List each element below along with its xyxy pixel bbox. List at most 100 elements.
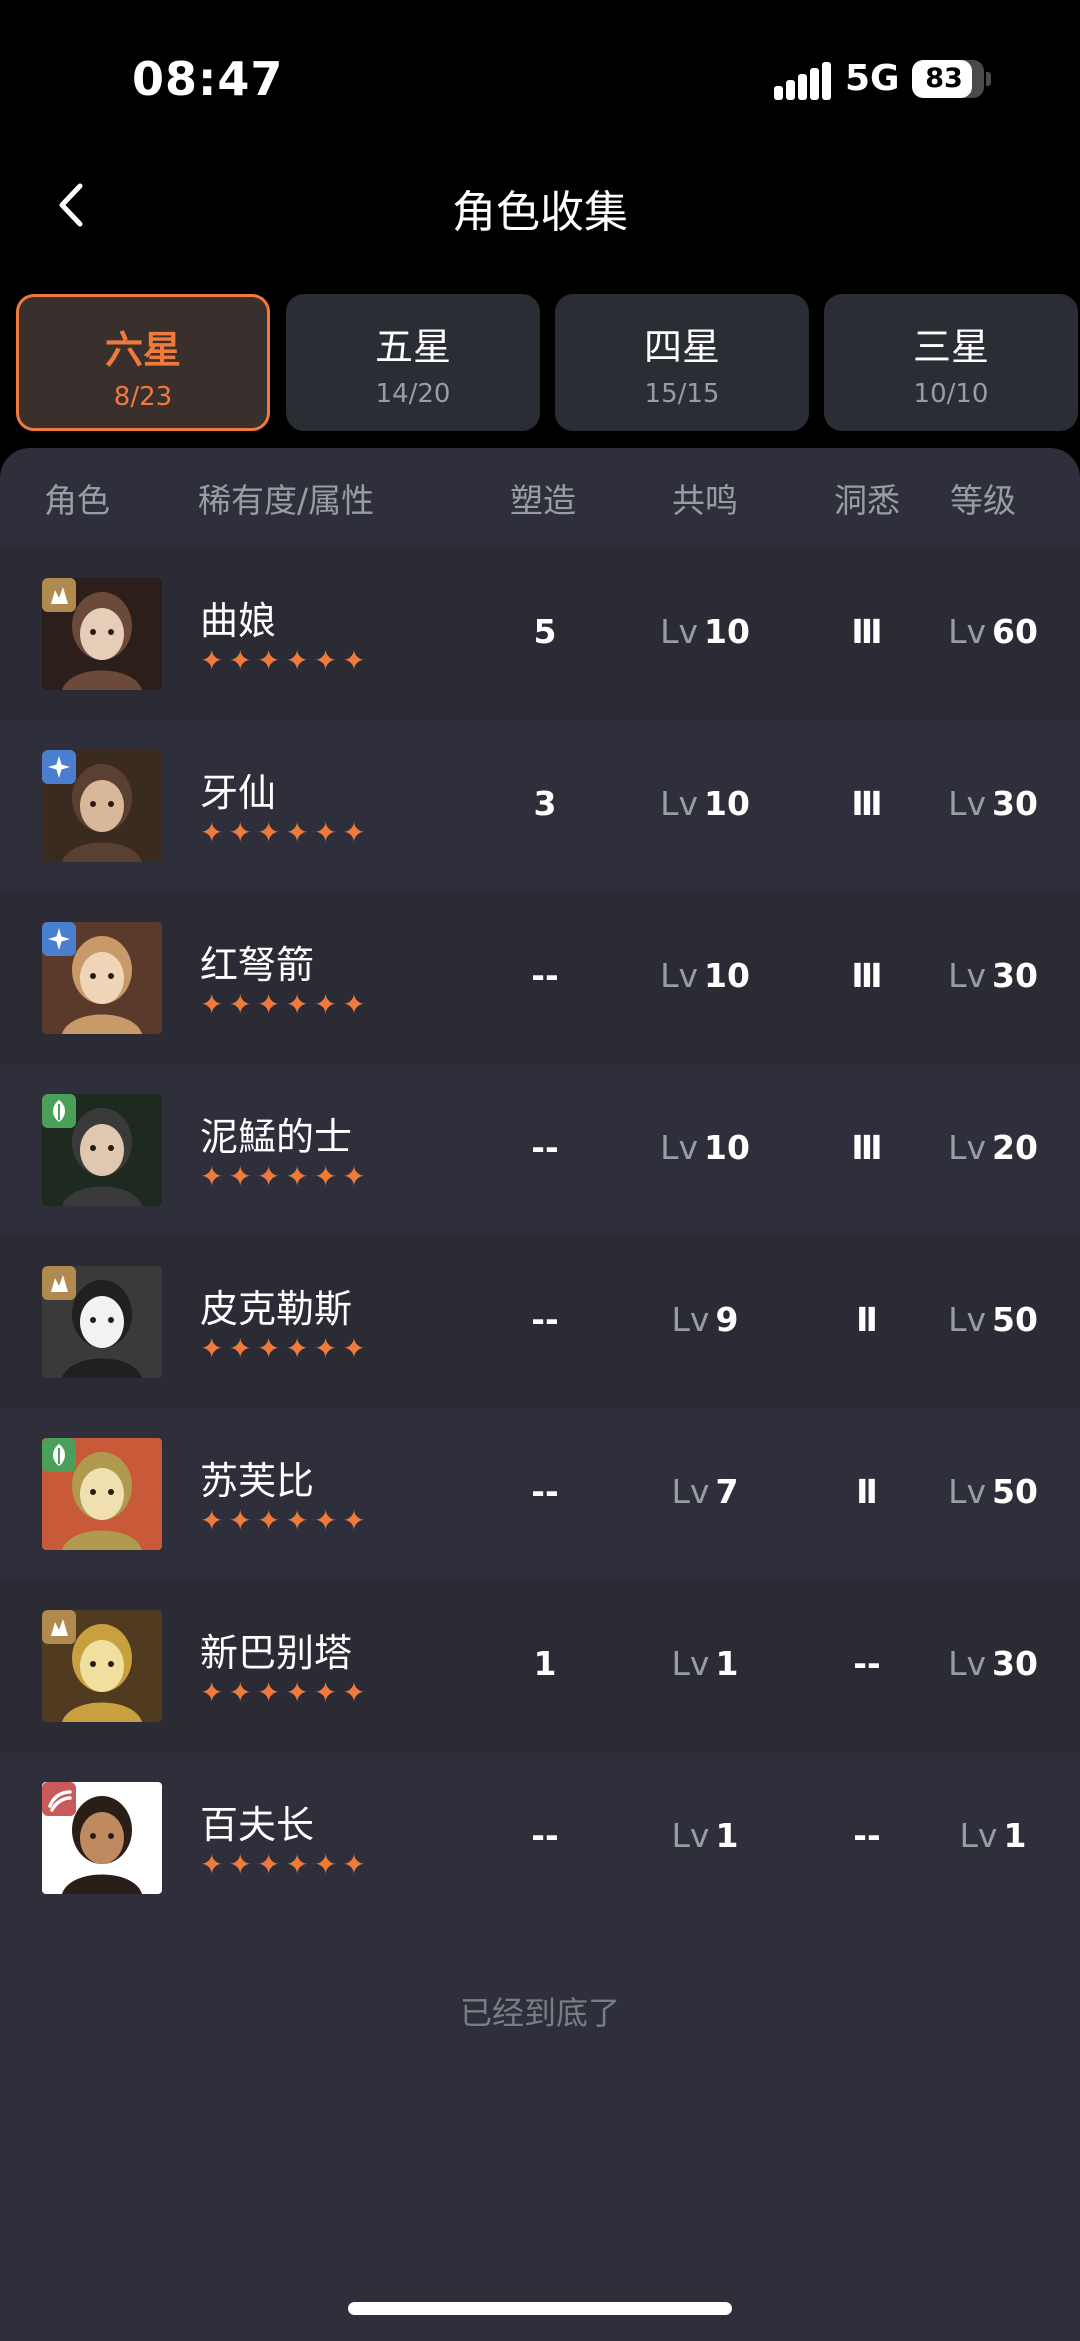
lv-prefix: Lv xyxy=(948,1472,986,1511)
beast-icon xyxy=(51,1275,68,1292)
tab-four-star[interactable]: 四星 15/15 xyxy=(555,294,809,431)
resonance-cell: Lv 1 xyxy=(640,1644,770,1683)
shaping-value: -- xyxy=(531,1300,559,1339)
insight-value: Ⅲ xyxy=(851,612,883,651)
character-row[interactable]: 曲娘 ✦✦✦✦✦✦ 5 Lv 10 Ⅲ Lv 60 xyxy=(0,548,1080,720)
tab-three-star[interactable]: 三星 10/10 xyxy=(824,294,1078,431)
level-cell: Lv 60 xyxy=(930,612,1056,651)
rarity-tabs: 六星 8/23 五星 14/20 四星 15/15 三星 10/10 xyxy=(16,294,1080,432)
character-row[interactable]: 苏芙比 ✦✦✦✦✦✦ -- Lv 7 Ⅱ Lv 50 xyxy=(0,1408,1080,1580)
tab-five-star[interactable]: 五星 14/20 xyxy=(286,294,540,431)
lv-prefix: Lv xyxy=(948,784,986,823)
rarity-stars: ✦✦✦✦✦✦ xyxy=(200,1160,371,1193)
insight-value: Ⅲ xyxy=(851,956,883,995)
resonance-value: 1 xyxy=(715,1816,739,1855)
shaping-value: 1 xyxy=(533,1644,557,1683)
lv-prefix: Lv xyxy=(671,1472,710,1511)
lv-prefix: Lv xyxy=(948,1644,986,1683)
home-indicator[interactable] xyxy=(348,2302,732,2315)
tab-label: 三星 xyxy=(912,325,989,369)
header-rarity: 稀有度/属性 xyxy=(198,481,375,520)
character-name: 牙仙 xyxy=(200,771,277,815)
character-row[interactable]: 新巴别塔 ✦✦✦✦✦✦ 1 Lv 1 -- Lv 30 xyxy=(0,1580,1080,1752)
page-title: 角色收集 xyxy=(452,187,628,238)
level-value: 20 xyxy=(991,1128,1038,1167)
character-name: 红弩箭 xyxy=(200,943,315,987)
header-level: 等级 xyxy=(950,481,1016,520)
insight-value: Ⅱ xyxy=(856,1300,878,1339)
lv-prefix: Lv xyxy=(660,784,698,823)
level-cell: Lv 30 xyxy=(930,1644,1056,1683)
lv-prefix: Lv xyxy=(660,956,698,995)
tab-count: 8/23 xyxy=(113,382,173,412)
tab-six-star[interactable]: 六星 8/23 xyxy=(16,294,270,431)
signal-icon xyxy=(774,62,831,100)
insight-value: -- xyxy=(853,1816,881,1855)
character-row[interactable]: 皮克勒斯 ✦✦✦✦✦✦ -- Lv 9 Ⅱ Lv 50 xyxy=(0,1236,1080,1408)
level-cell: Lv 30 xyxy=(930,784,1056,823)
lv-prefix: Lv xyxy=(671,1300,710,1339)
level-value: 1 xyxy=(1003,1816,1027,1855)
character-name: 泥鯭的士 xyxy=(200,1115,353,1159)
lv-prefix: Lv xyxy=(671,1644,710,1683)
resonance-cell: Lv 10 xyxy=(640,784,770,823)
shaping-value: -- xyxy=(531,1472,559,1511)
shaping-value: -- xyxy=(531,1816,559,1855)
resonance-cell: Lv 7 xyxy=(640,1472,770,1511)
lv-prefix: Lv xyxy=(948,956,986,995)
attribute-badge xyxy=(42,1266,76,1300)
attribute-badge xyxy=(42,922,76,956)
rarity-stars: ✦✦✦✦✦✦ xyxy=(200,1848,371,1881)
attribute-badge xyxy=(42,1610,76,1644)
shaping-value: -- xyxy=(531,1128,559,1167)
tab-label: 四星 xyxy=(643,325,720,369)
lv-prefix: Lv xyxy=(671,1816,710,1855)
table-header: 角色 稀有度/属性 塑造 共鸣 洞悉 等级 xyxy=(0,448,1080,548)
resonance-value: 7 xyxy=(715,1472,739,1511)
insight-value: -- xyxy=(853,1644,881,1683)
lv-prefix: Lv xyxy=(959,1816,998,1855)
tab-count: 15/15 xyxy=(644,379,720,409)
plant-icon xyxy=(53,1100,65,1122)
character-row[interactable]: 百夫长 ✦✦✦✦✦✦ -- Lv 1 -- Lv 1 xyxy=(0,1752,1080,1924)
character-row[interactable]: 红弩箭 ✦✦✦✦✦✦ -- Lv 10 Ⅲ Lv 30 xyxy=(0,892,1080,1064)
resonance-cell: Lv 10 xyxy=(640,612,770,651)
star-icon xyxy=(48,756,70,778)
tab-label: 六星 xyxy=(104,328,181,372)
level-value: 30 xyxy=(991,956,1038,995)
battery-tip xyxy=(986,72,991,86)
header-resonance: 共鸣 xyxy=(672,481,738,520)
resonance-value: 1 xyxy=(715,1644,739,1683)
battery-level: 83 xyxy=(925,63,963,94)
attribute-badge xyxy=(42,578,76,612)
rarity-stars: ✦✦✦✦✦✦ xyxy=(200,644,371,677)
lv-prefix: Lv xyxy=(948,1128,986,1167)
tab-label: 五星 xyxy=(374,325,451,369)
header-shaping: 塑造 xyxy=(510,481,576,520)
lv-prefix: Lv xyxy=(660,612,698,651)
level-cell: Lv 1 xyxy=(930,1816,1056,1855)
level-cell: Lv 50 xyxy=(930,1472,1056,1511)
shaping-value: 3 xyxy=(533,784,557,823)
rarity-stars: ✦✦✦✦✦✦ xyxy=(200,1676,371,1709)
resonance-value: 10 xyxy=(703,784,750,823)
end-of-list-text: 已经到底了 xyxy=(459,1994,620,2032)
resonance-value: 10 xyxy=(703,612,750,651)
insight-value: Ⅲ xyxy=(851,1128,883,1167)
resonance-cell: Lv 9 xyxy=(640,1300,770,1339)
character-name: 百夫长 xyxy=(200,1803,315,1847)
resonance-value: 10 xyxy=(703,1128,750,1167)
character-name: 曲娘 xyxy=(200,599,277,643)
character-panel: 角色 稀有度/属性 塑造 共鸣 洞悉 等级 曲娘 ✦✦✦✦✦✦ 5 Lv 10 Ⅲ Lv 60… xyxy=(0,448,1080,2341)
shaping-value: -- xyxy=(531,956,559,995)
header-insight: 洞悉 xyxy=(834,481,900,520)
character-name: 苏芙比 xyxy=(200,1459,315,1503)
resonance-value: 9 xyxy=(715,1300,739,1339)
rarity-stars: ✦✦✦✦✦✦ xyxy=(200,1332,371,1365)
rarity-stars: ✦✦✦✦✦✦ xyxy=(200,988,371,1021)
attribute-badge xyxy=(42,750,76,784)
character-row[interactable]: 牙仙 ✦✦✦✦✦✦ 3 Lv 10 Ⅲ Lv 30 xyxy=(0,720,1080,892)
character-row[interactable]: 泥鯭的士 ✦✦✦✦✦✦ -- Lv 10 Ⅲ Lv 20 xyxy=(0,1064,1080,1236)
lv-prefix: Lv xyxy=(948,612,986,651)
battery-icon: 83 xyxy=(912,60,984,98)
